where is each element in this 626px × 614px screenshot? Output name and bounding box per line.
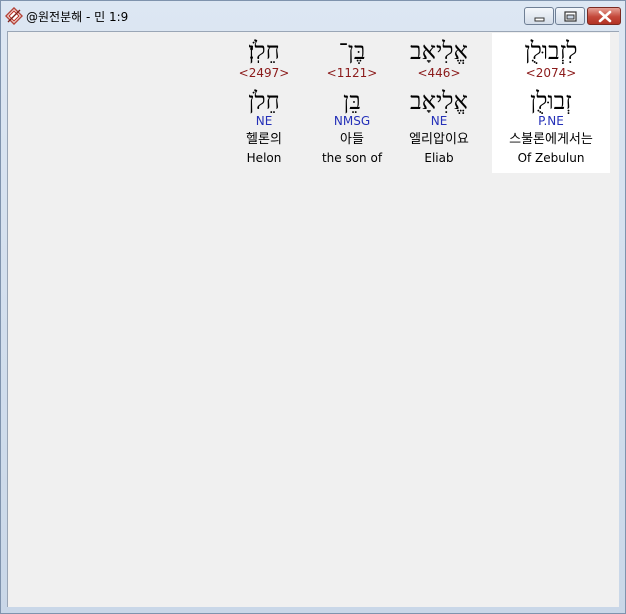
strong-number[interactable]: <446> [386, 66, 492, 80]
title-bar[interactable]: @원전분해 - 민 1:9 [1, 1, 625, 31]
english-gloss: Of Zebulun [517, 151, 585, 165]
hebrew-lemma: אֱלִיאָב [410, 87, 468, 115]
korean-gloss: 엘리압이요 [409, 132, 469, 147]
hebrew-word: אֱלִיאָב [410, 37, 468, 65]
korean-gloss: 스불론에게서는 [509, 132, 593, 147]
english-gloss: Eliab [424, 151, 454, 165]
hebrew-word: לִזְבוּלֻן [524, 37, 578, 65]
strong-number[interactable]: <2074> [492, 66, 610, 80]
close-icon [598, 10, 612, 23]
morphology-code: P.NE [538, 114, 564, 128]
minimize-icon [534, 17, 545, 22]
minimize-button[interactable] [524, 7, 554, 25]
interlinear-panel: חֵלֹֽן׃ <2497> חֵלֹן NE 헬론의 Helon בֶּן־ … [7, 31, 619, 607]
morphology-code: NE [430, 114, 448, 128]
word-column-eliab[interactable]: אֱלִיאָב <446> אֱלִיאָב NE 엘리압이요 Eliab [386, 33, 492, 173]
app-window: @원전분해 - 민 1:9 חֵלֹֽן׃ <2497> חֵלֹן NE 헬론… [0, 0, 626, 614]
window-title: @원전분해 - 민 1:9 [26, 10, 129, 24]
word-column-zebulun[interactable]: לִזְבוּלֻן <2074> זְבוּלֻן P.NE 스불론에게서는 … [492, 33, 610, 173]
maximize-button[interactable] [555, 7, 585, 25]
hebrew-lemma: זְבוּלֻן [530, 87, 572, 115]
maximize-icon [564, 11, 577, 22]
app-logo-icon [4, 6, 24, 26]
close-button[interactable] [587, 7, 621, 25]
